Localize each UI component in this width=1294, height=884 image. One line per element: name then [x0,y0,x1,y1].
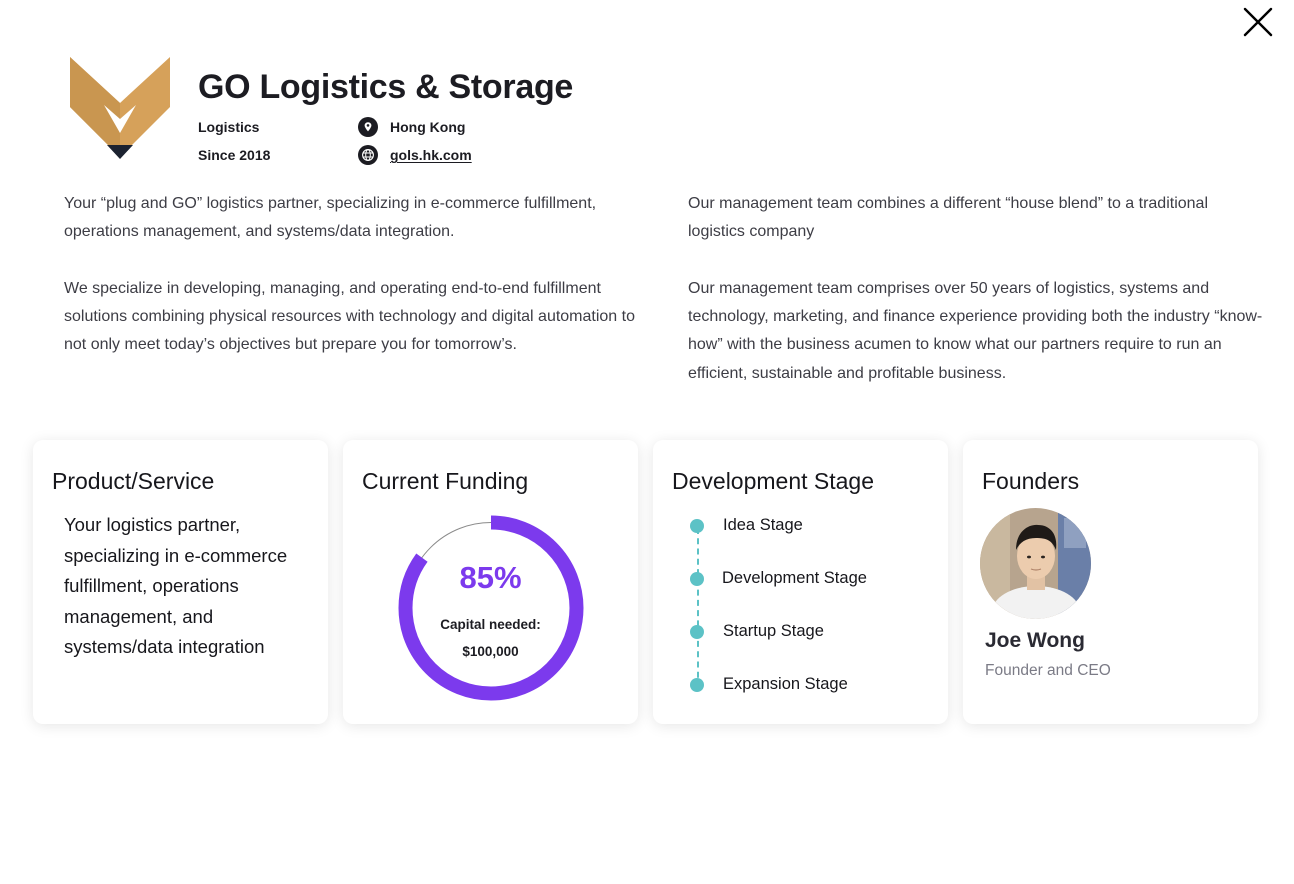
company-name: GO Logistics & Storage [198,68,574,106]
company-industry: Logistics [198,119,260,135]
company-location: Hong Kong [358,117,465,137]
description-paragraph: We specialize in developing, managing, a… [64,279,635,354]
founder-role: Founder and CEO [985,662,1111,679]
founders-card: Founders Joe Wong Founder and CEO [963,440,1258,724]
stage-label: Expansion Stage [723,675,848,693]
stage-item-expansion: Expansion Stage [690,675,848,694]
company-description-left: Your “plug and GO” logistics partner, sp… [64,190,654,360]
founder-name: Joe Wong [985,629,1085,652]
card-title: Founders [982,468,1080,494]
description-paragraph: Your “plug and GO” logistics partner, sp… [64,195,597,241]
stage-timeline-line [697,528,699,688]
description-paragraph: Our management team combines a different… [688,195,1208,241]
card-title: Product/Service [52,468,215,494]
chevron-v-logo-icon [70,57,170,159]
description-paragraph: Our management team comprises over 50 ye… [688,279,1263,382]
stage-label: Idea Stage [723,516,803,534]
stage-dot [690,518,704,533]
development-stage-card: Development Stage Idea Stage Development… [653,440,948,724]
stage-item-development: Development Stage [690,569,867,588]
donut-progress-arc [398,515,584,701]
founder-photo-icon [980,508,1091,619]
close-icon [1243,7,1273,37]
stage-item-idea: Idea Stage [690,516,803,535]
stage-dot [690,624,704,639]
current-funding-card: Current Funding 85% Capital needed: $100… [343,440,638,724]
company-logo [68,55,172,163]
funding-percent: 85% [459,560,522,595]
stage-dot [690,571,704,586]
stage-item-startup: Startup Stage [690,622,824,641]
product-description: Your logistics partner, specializing in … [64,514,288,658]
capital-needed-amount: $100,000 [462,644,519,659]
card-title: Current Funding [362,468,529,494]
stage-dot [690,677,704,692]
website-link[interactable]: gols.hk.com [390,147,472,163]
location-pin-icon [358,117,378,137]
capital-needed-label: Capital needed: [440,617,541,632]
location-label: Hong Kong [390,119,466,135]
company-description-right: Our management team combines a different… [688,190,1263,388]
company-website[interactable]: gols.hk.com [358,145,472,165]
stage-label: Development Stage [722,569,867,587]
product-service-card: Product/Service Your logistics partner, … [33,440,328,724]
card-title: Development Stage [672,468,875,494]
company-founded-year: Since 2018 [198,147,271,163]
founder-avatar[interactable] [980,508,1091,619]
funding-donut-chart [398,515,584,701]
globe-icon [358,145,378,165]
stage-label: Startup Stage [723,622,824,640]
close-button[interactable] [1242,6,1274,38]
